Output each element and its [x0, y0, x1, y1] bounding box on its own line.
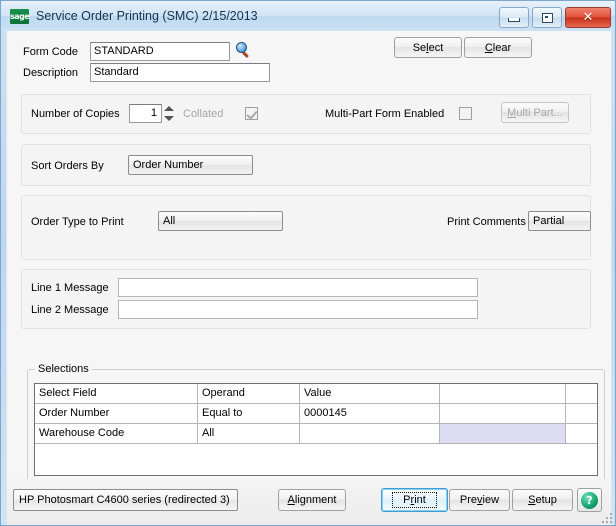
description-label: Description — [23, 67, 79, 79]
column-header-select-field: Select Field — [35, 384, 198, 404]
print-button[interactable]: Print — [381, 488, 448, 512]
column-header-extra — [566, 384, 597, 404]
line2-message-label: Line 2 Message — [31, 304, 109, 316]
alignment-button-label: Alignment — [287, 494, 337, 506]
cell-operand[interactable]: All — [198, 424, 300, 444]
printer-select[interactable]: HP Photosmart C4600 series (redirected 3… — [13, 489, 238, 511]
cell-select-field[interactable]: Warehouse Code — [35, 424, 198, 444]
cell-extra — [566, 424, 597, 444]
sort-panel — [21, 144, 591, 186]
close-button[interactable]: ✕ — [565, 7, 611, 28]
print-comments-select[interactable]: Partial — [528, 211, 591, 231]
window-controls: ✕ — [499, 7, 611, 28]
clear-button[interactable]: Clear — [464, 37, 532, 58]
close-icon: ✕ — [582, 10, 594, 25]
selections-legend: Selections — [35, 363, 92, 375]
select-button-label: Select — [412, 41, 444, 54]
cell-select-field[interactable]: Order Number — [35, 404, 198, 424]
form-code-input[interactable]: STANDARD — [90, 42, 230, 61]
form-code-label: Form Code — [23, 46, 79, 58]
print-comments-label: Print Comments — [447, 216, 526, 228]
spinner-down-icon[interactable] — [164, 116, 174, 121]
column-header-operand: Operand — [198, 384, 300, 404]
description-input[interactable]: Standard — [90, 63, 270, 82]
preview-button-label: Preview — [459, 494, 500, 506]
collated-checkbox — [245, 107, 258, 120]
preview-button[interactable]: Preview — [449, 489, 510, 511]
select-button[interactable]: Select — [394, 37, 462, 58]
line2-message-input[interactable] — [118, 300, 478, 319]
cell-extra — [566, 404, 597, 424]
maximize-button[interactable] — [532, 7, 562, 28]
client-area: Form Code STANDARD Description Standard … — [6, 31, 612, 483]
multipart-label: Multi-Part Form Enabled — [325, 108, 445, 120]
cell-value2[interactable] — [440, 404, 566, 424]
line1-message-label: Line 1 Message — [31, 282, 109, 294]
print-button-label: Print — [392, 492, 437, 508]
cell-value[interactable] — [300, 424, 440, 444]
grid-header-row: Select Field Operand Value — [35, 384, 597, 404]
alignment-button[interactable]: Alignment — [278, 489, 346, 511]
order-type-select[interactable]: All — [158, 211, 283, 231]
cell-operand[interactable]: Equal to — [198, 404, 300, 424]
order-type-label: Order Type to Print — [31, 216, 124, 228]
sort-orders-by-label: Sort Orders By — [31, 160, 104, 172]
cell-value2[interactable] — [440, 424, 566, 444]
multi-part-button: Multi Part... — [501, 102, 569, 123]
table-row[interactable]: Order Number Equal to 0000145 — [35, 404, 597, 424]
sort-orders-by-select[interactable]: Order Number — [128, 155, 253, 175]
copies-label: Number of Copies — [31, 108, 120, 120]
resize-grip[interactable] — [600, 511, 612, 523]
setup-button-label: Setup — [528, 494, 557, 506]
multi-part-button-label: Multi Part... — [507, 106, 563, 119]
clear-button-label: Clear — [484, 41, 512, 54]
copies-input[interactable]: 1 — [129, 104, 162, 123]
help-icon: ? — [581, 491, 598, 509]
selections-grid[interactable]: Select Field Operand Value Order Number … — [34, 383, 598, 476]
title-bar: sage Service Order Printing (SMC) 2/15/2… — [1, 1, 615, 31]
spinner-up-icon[interactable] — [164, 106, 174, 111]
help-button[interactable]: ? — [577, 488, 602, 512]
form-code-lookup-icon[interactable] — [235, 42, 251, 59]
minimize-button[interactable] — [499, 7, 529, 28]
column-header-value: Value — [300, 384, 440, 404]
window-title: Service Order Printing (SMC) 2/15/2013 — [36, 9, 258, 23]
setup-button[interactable]: Setup — [512, 489, 573, 511]
maximize-icon — [541, 12, 553, 23]
minimize-icon — [508, 17, 520, 22]
cell-value[interactable]: 0000145 — [300, 404, 440, 424]
collated-label: Collated — [183, 108, 224, 120]
line1-message-input[interactable] — [118, 278, 478, 297]
sage-logo-icon: sage — [10, 8, 30, 24]
multipart-checkbox[interactable] — [459, 107, 472, 120]
application-window: sage Service Order Printing (SMC) 2/15/2… — [0, 0, 616, 526]
copies-spinner[interactable] — [163, 104, 174, 123]
column-header-value2 — [440, 384, 566, 404]
table-row[interactable]: Warehouse Code All — [35, 424, 597, 444]
